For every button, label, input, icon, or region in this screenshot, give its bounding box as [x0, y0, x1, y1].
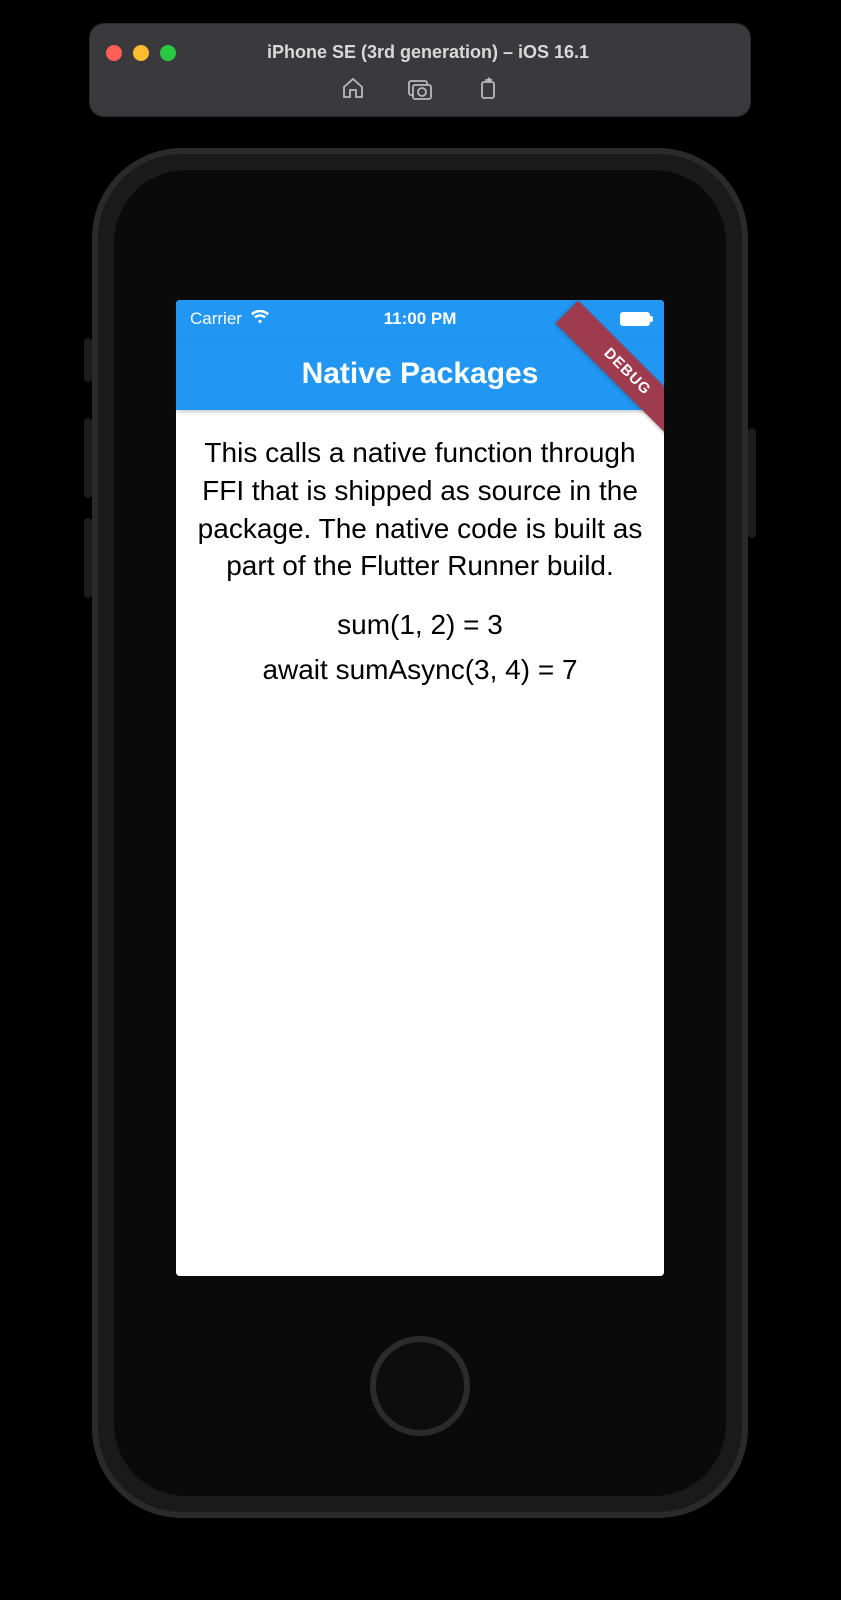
mute-switch[interactable]: [84, 338, 92, 382]
home-icon[interactable]: [341, 76, 365, 105]
simulator-toolbar: [106, 71, 734, 110]
carrier-label: Carrier: [190, 309, 242, 329]
screenshot-icon[interactable]: [407, 76, 433, 105]
sum-result-text: sum(1, 2) = 3: [194, 603, 646, 648]
description-text: This calls a native function through FFI…: [194, 434, 646, 585]
device-screen: Carrier 11:00 PM Native Packages DEBUG T…: [176, 300, 664, 1276]
home-button[interactable]: [370, 1336, 470, 1436]
battery-icon: [620, 312, 650, 326]
close-window-button[interactable]: [106, 45, 122, 61]
phone-frame: Carrier 11:00 PM Native Packages DEBUG T…: [92, 148, 748, 1518]
simulator-titlebar: iPhone SE (3rd generation) – iOS 16.1: [90, 24, 750, 116]
status-time: 11:00 PM: [343, 309, 496, 329]
volume-down-button[interactable]: [84, 518, 92, 598]
simulator-window-title: iPhone SE (3rd generation) – iOS 16.1: [122, 42, 734, 63]
rotate-icon[interactable]: [475, 76, 499, 105]
wifi-icon: [250, 309, 270, 329]
app-body: This calls a native function through FFI…: [176, 410, 664, 1276]
sum-async-result-text: await sumAsync(3, 4) = 7: [194, 648, 646, 693]
app-bar: Native Packages DEBUG: [176, 338, 664, 410]
power-button[interactable]: [748, 428, 756, 538]
app-bar-title: Native Packages: [302, 357, 539, 391]
volume-up-button[interactable]: [84, 418, 92, 498]
